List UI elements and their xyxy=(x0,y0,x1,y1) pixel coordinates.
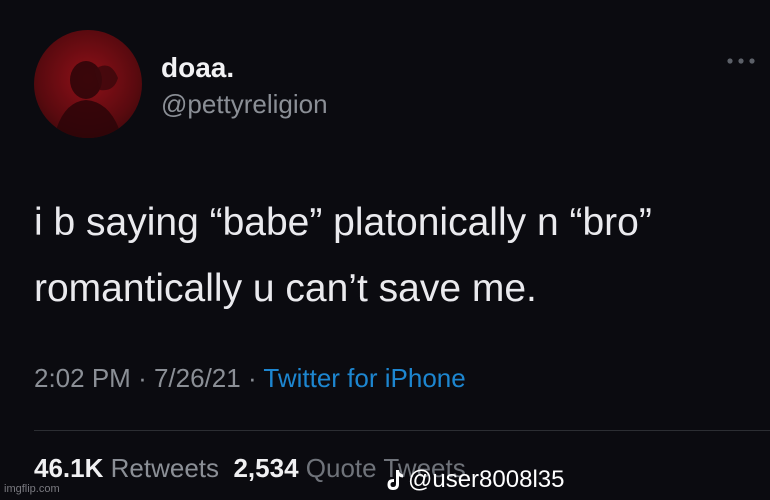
display-name[interactable]: doaa. xyxy=(161,52,234,84)
meta-separator: · xyxy=(247,363,257,393)
profile-photo-icon xyxy=(54,61,122,138)
tweet-text-line: i b saying “babe” platonically n “bro” xyxy=(34,201,652,244)
avatar[interactable] xyxy=(34,30,142,138)
retweets-count: 46.1K xyxy=(34,453,104,483)
divider xyxy=(34,430,770,431)
tiktok-overlay: @user8008l35 xyxy=(386,466,564,494)
tweet-text: i b saying “babe” platonically n “bro” r… xyxy=(34,190,754,322)
tweet-date[interactable]: 7/26/21 xyxy=(154,363,241,393)
tweet-card: doaa. @pettyreligion i b saying “babe” p… xyxy=(0,0,770,500)
tiktok-username: @user8008l35 xyxy=(408,466,565,493)
more-dots-icon[interactable] xyxy=(724,54,758,68)
quote-tweets-count: 2,534 xyxy=(233,453,299,483)
tweet-time[interactable]: 2:02 PM xyxy=(34,363,131,393)
retweets-stat[interactable]: 46.1K Retweets xyxy=(34,453,219,483)
tweet-source-link[interactable]: Twitter for iPhone xyxy=(263,363,465,393)
retweets-label: Retweets xyxy=(110,453,220,483)
tweet-text-line: romantically u can’t save me. xyxy=(34,267,537,310)
watermark: imgflip.com xyxy=(4,483,60,495)
meta-separator: · xyxy=(138,363,147,393)
tiktok-icon xyxy=(387,470,403,490)
user-handle[interactable]: @pettyreligion xyxy=(161,89,328,120)
tweet-meta: 2:02 PM · 7/26/21 · Twitter for iPhone xyxy=(34,363,466,394)
